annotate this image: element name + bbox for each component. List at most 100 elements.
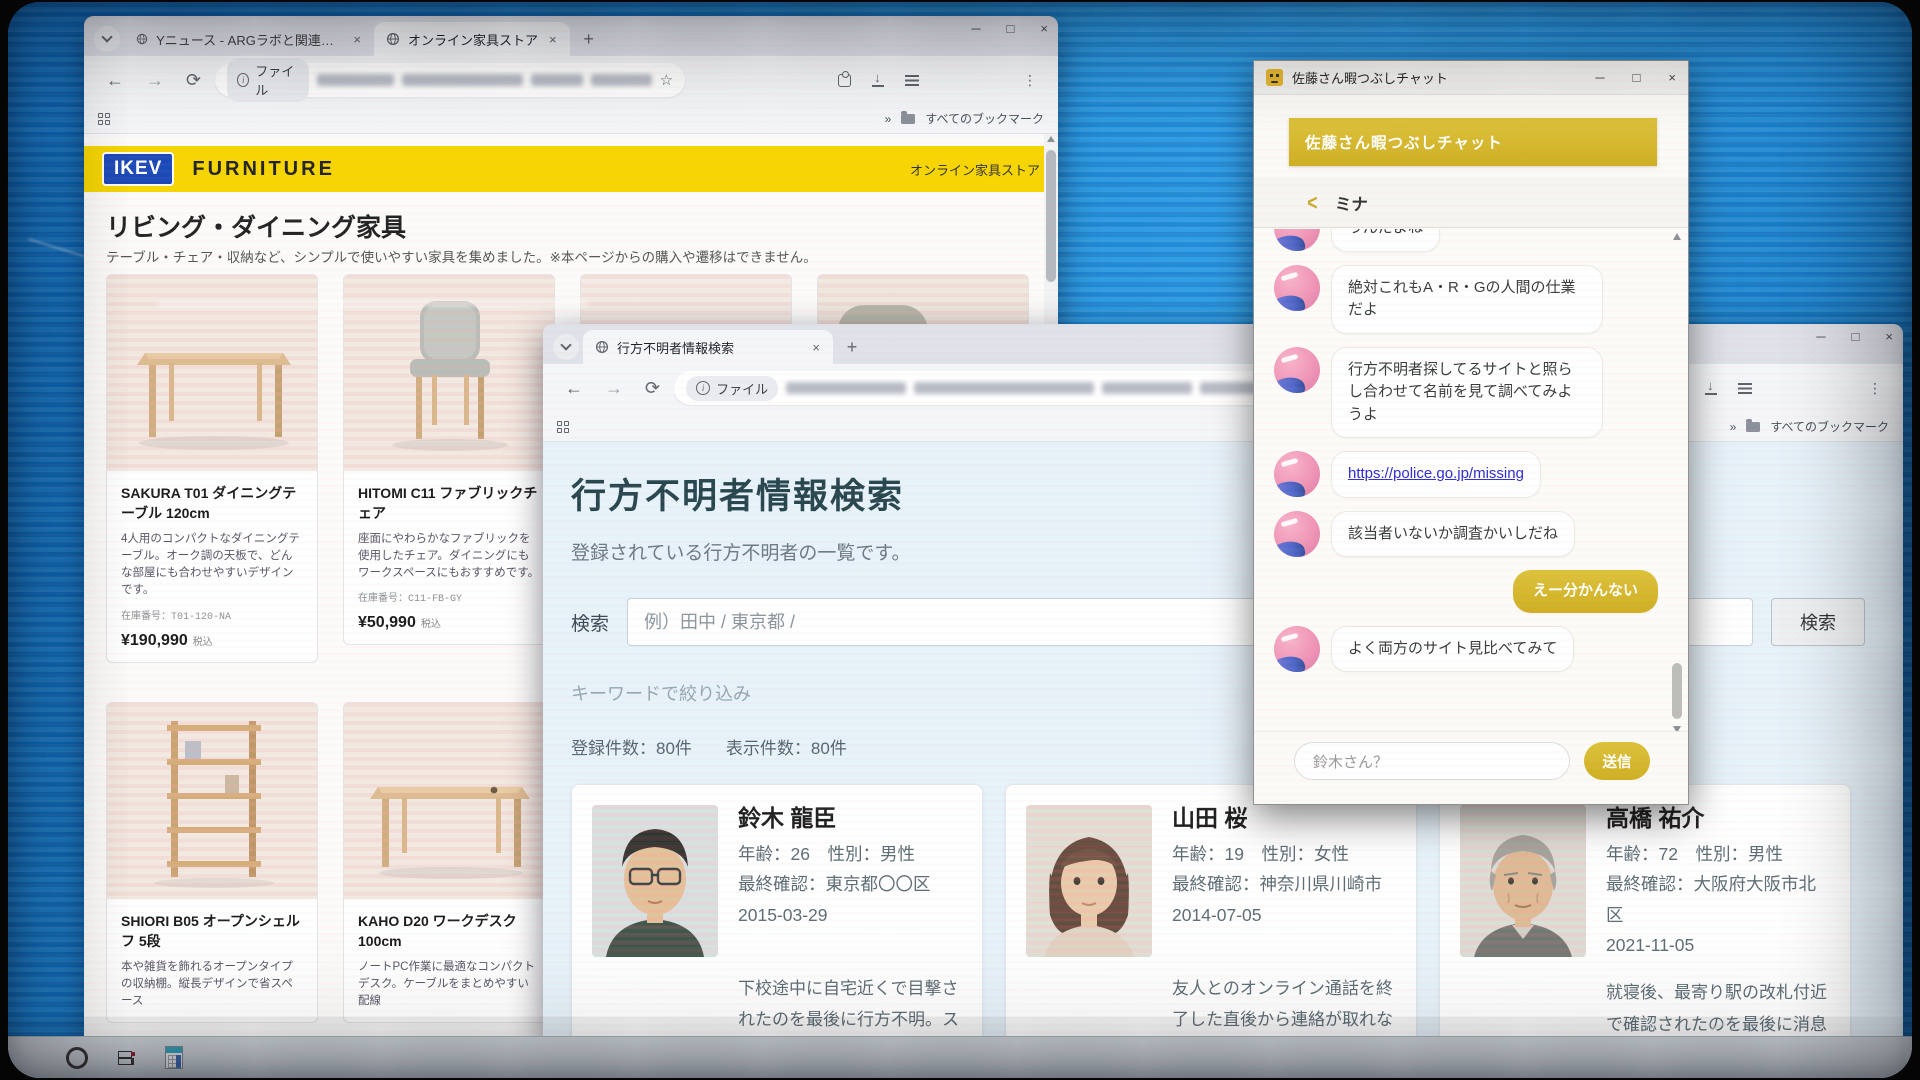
chat-header: 佐藤さん暇つぶしチャット xyxy=(1289,118,1657,166)
person-card[interactable]: 山田 桜 年齢：19 性別：女性 最終確認：神奈川県川崎市 2014-07-05… xyxy=(1005,784,1417,1040)
forward-button[interactable]: → xyxy=(138,70,172,91)
tab-close-icon[interactable]: × xyxy=(546,32,560,47)
scrollbar-thumb[interactable] xyxy=(1672,663,1682,719)
window-minimize-button[interactable]: ─ xyxy=(1816,330,1825,343)
chat-input-bar: 送信 xyxy=(1254,731,1688,804)
browser-menu-icon[interactable]: ⋮ xyxy=(1861,380,1889,397)
page-subtitle: 登録されている行方不明者の一覧です。 xyxy=(571,538,911,565)
product-image-dining-table xyxy=(107,275,317,471)
person-date: 2021-11-05 xyxy=(1606,930,1830,961)
all-bookmarks-label[interactable]: すべてのブックマーク xyxy=(1770,418,1889,435)
person-photo-yamada xyxy=(1026,805,1152,957)
search-icon[interactable] xyxy=(66,1047,88,1069)
all-bookmarks-label[interactable]: すべてのブックマーク xyxy=(925,110,1044,127)
product-card[interactable]: SAKURA T01 ダイニングテーブル 120cm 4人用のコンパクトなダイニ… xyxy=(106,274,318,663)
tab-search-button[interactable] xyxy=(553,334,579,360)
monitor: Yニュース - ARGラボと関連ニュース × オンライン家具ストア × + ─ … xyxy=(0,0,1920,1080)
tab-close-icon[interactable]: × xyxy=(350,32,364,47)
window-maximize-button[interactable]: □ xyxy=(1633,70,1641,85)
product-description: 4人用のコンパクトなダイニングテーブル。オーク調の天板で、どんな部屋にも合わせや… xyxy=(121,531,303,600)
bookmarks-overflow-chevron[interactable]: » xyxy=(1730,420,1737,434)
registered-count: 登録件数：80件 xyxy=(571,739,692,758)
chat-message-self: えー分かんない xyxy=(1274,570,1658,613)
tab-close-icon[interactable]: × xyxy=(809,340,823,355)
chat-message: うんだよね xyxy=(1274,229,1658,252)
redacted-url xyxy=(591,74,652,86)
ime-icon[interactable] xyxy=(118,1051,135,1065)
person-name: 山田 桜 xyxy=(1172,805,1382,833)
back-button[interactable]: ← xyxy=(98,70,132,91)
person-card[interactable]: 鈴木 龍臣 年齢：26 性別：男性 最終確認：東京都〇〇区 2015-03-29… xyxy=(571,784,983,1040)
globe-icon xyxy=(595,340,609,354)
file-scheme-chip: iファイル xyxy=(686,376,778,401)
reload-button[interactable]: ⟳ xyxy=(178,70,209,91)
person-last-seen: 最終確認：神奈川県川崎市 xyxy=(1172,869,1382,900)
shown-count: 表示件数：80件 xyxy=(726,739,847,758)
send-button[interactable]: 送信 xyxy=(1584,742,1650,780)
product-stock-number: 在庫番号：T01-120-NA xyxy=(121,607,303,623)
bookmark-star-icon[interactable]: ☆ xyxy=(660,71,673,89)
reading-list-icon[interactable] xyxy=(898,75,926,86)
product-name: SAKURA T01 ダイニングテーブル 120cm xyxy=(121,483,303,524)
tab-title: Yニュース - ARGラボと関連ニュース xyxy=(156,30,342,49)
chat-message-input[interactable] xyxy=(1294,742,1570,780)
bookmarks-overflow-chevron[interactable]: » xyxy=(885,112,892,126)
tab-furniture-store[interactable]: オンライン家具ストア × xyxy=(374,22,570,56)
window-minimize-button[interactable]: ─ xyxy=(971,22,980,35)
browser-menu-icon[interactable]: ⋮ xyxy=(1016,72,1044,89)
tab-search-button[interactable] xyxy=(94,26,120,52)
window-maximize-button[interactable]: □ xyxy=(1852,330,1860,343)
window-close-button[interactable]: × xyxy=(1040,22,1048,35)
filter-hint: キーワードで絞り込み xyxy=(571,680,751,706)
browser-toolbar: ← → ⟳ iファイル ⋮ xyxy=(543,364,1903,412)
extensions-icon[interactable] xyxy=(831,74,858,87)
downloads-icon[interactable] xyxy=(864,73,892,87)
new-tab-button[interactable]: + xyxy=(576,26,602,52)
product-card[interactable]: SHIORI B05 オープンシェルフ 5段 本や雑貨を飾れるオープンタイプの収… xyxy=(106,702,318,1023)
calculator-app-icon[interactable] xyxy=(165,1046,183,1069)
chat-scrollbar[interactable] xyxy=(1671,233,1684,733)
redacted-url xyxy=(531,74,583,86)
scrollbar-up-arrow[interactable] xyxy=(1673,233,1681,240)
back-button[interactable]: ← xyxy=(557,378,591,399)
contact-avatar xyxy=(1274,626,1320,672)
window-close-button[interactable]: × xyxy=(1885,330,1893,343)
page-subtitle: テーブル・チェア・収納など、シンプルで使いやすい家具を集めました。※本ページから… xyxy=(106,246,817,266)
tab-strip: Yニュース - ARGラボと関連ニュース × オンライン家具ストア × + ─ … xyxy=(84,16,1058,56)
product-price: ¥50,990税込 xyxy=(358,614,540,632)
bookmarks-bar: » すべてのブックマーク xyxy=(543,412,1903,442)
globe-icon xyxy=(386,32,400,46)
downloads-icon[interactable] xyxy=(1697,381,1725,395)
window-minimize-button[interactable]: ─ xyxy=(1595,70,1604,85)
tax-label: 税込 xyxy=(421,619,441,630)
back-chevron-icon[interactable]: < xyxy=(1307,190,1317,216)
missing-persons-link[interactable]: https://police.go.jp/missing xyxy=(1348,465,1524,482)
search-button[interactable]: 検索 xyxy=(1771,598,1865,646)
apps-grid-icon[interactable] xyxy=(98,113,110,125)
person-last-seen: 最終確認：大阪府大阪市北区 xyxy=(1606,869,1830,930)
new-tab-button[interactable]: + xyxy=(839,334,865,360)
contact-avatar xyxy=(1274,511,1320,557)
address-bar[interactable]: iファイル ☆ xyxy=(215,63,685,97)
folder-icon xyxy=(1746,422,1760,432)
scrollbar-thumb[interactable] xyxy=(1046,150,1056,282)
product-image-open-shelf xyxy=(107,703,317,899)
tax-label: 税込 xyxy=(193,637,213,648)
window-close-button[interactable]: × xyxy=(1668,70,1676,85)
reading-list-icon[interactable] xyxy=(1731,383,1759,394)
product-description: 座面にやわらかなファブリックを使用したチェア。ダイニングにもワークスペースにもお… xyxy=(358,531,540,583)
product-card[interactable]: HITOMI C11 ファブリックチェア 座面にやわらかなファブリックを使用した… xyxy=(343,274,555,645)
tab-news[interactable]: Yニュース - ARGラボと関連ニュース × xyxy=(124,22,374,56)
person-card[interactable]: 高橋 祐介 年齢：72 性別：男性 最終確認：大阪府大阪市北区 2021-11-… xyxy=(1439,784,1851,1040)
message-bubble-self: えー分かんない xyxy=(1513,570,1658,613)
message-bubble: よく両方のサイト見比べてみて xyxy=(1331,626,1574,673)
missing-persons-page: 行方不明者情報検索 登録されている行方不明者の一覧です。 検索 検索 キーワード… xyxy=(543,442,1903,1040)
tab-missing-persons[interactable]: 行方不明者情報検索 × xyxy=(583,330,833,364)
reload-button[interactable]: ⟳ xyxy=(637,378,668,399)
chat-titlebar[interactable]: 佐藤さん暇つぶしチャット ─ □ × xyxy=(1254,61,1688,95)
window-maximize-button[interactable]: □ xyxy=(1007,22,1015,35)
scrollbar-up-arrow[interactable] xyxy=(1047,136,1055,142)
apps-grid-icon[interactable] xyxy=(557,421,569,433)
forward-button[interactable]: → xyxy=(597,378,631,399)
product-card[interactable]: KAHO D20 ワークデスク 100cm ノートPC作業に最適なコンパクトデス… xyxy=(343,702,555,1023)
